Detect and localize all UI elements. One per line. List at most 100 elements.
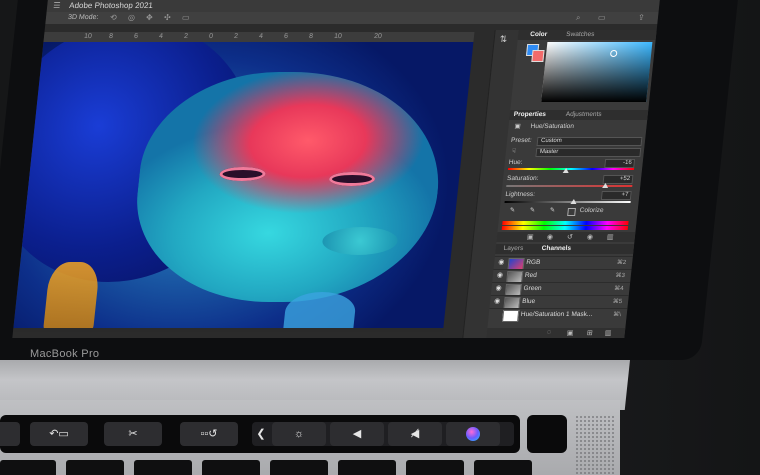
visibility-icon[interactable]: ◉ bbox=[587, 233, 594, 241]
share-icon[interactable]: ⇪ bbox=[637, 12, 646, 24]
clip-icon[interactable]: ▣ bbox=[527, 233, 534, 241]
colorize-row: ✎ ✎ ✎ Colorize bbox=[503, 206, 634, 216]
channel-shortcut: ⌘3 bbox=[615, 273, 626, 279]
ruler-tick: 8 bbox=[108, 33, 114, 40]
document-canvas[interactable] bbox=[12, 42, 474, 332]
touchbar-collapse-button[interactable]: ❮ bbox=[254, 422, 268, 446]
saturation-row: Saturation: +52 bbox=[506, 174, 637, 184]
roll-3d-icon[interactable]: ◎ bbox=[127, 12, 136, 24]
laptop-lid: Adobe Photoshop 2021 ☰ 3D Mode: ⟲ ◎ ✥ ✣ … bbox=[0, 0, 739, 360]
adjustment-title: Hue/Saturation bbox=[530, 123, 575, 130]
scale-3d-icon[interactable]: ▭ bbox=[181, 12, 191, 24]
workspace-icon[interactable]: ▭ bbox=[597, 12, 607, 24]
tab-properties[interactable]: Properties bbox=[513, 110, 546, 120]
tab-swatches[interactable]: Swatches bbox=[566, 30, 595, 40]
keyboard-key[interactable] bbox=[202, 460, 260, 475]
hue-slider[interactable] bbox=[508, 168, 634, 173]
app-title: Adobe Photoshop 2021 bbox=[68, 1, 154, 10]
keyboard-key[interactable] bbox=[474, 460, 532, 475]
keyboard-key[interactable] bbox=[0, 460, 56, 475]
touchbar-scissors-button[interactable]: ✂ bbox=[104, 422, 162, 446]
ruler-tick: 10 bbox=[83, 33, 93, 40]
eyedropper-icon[interactable]: ✎ bbox=[509, 206, 516, 216]
preset-label: Preset: bbox=[510, 137, 533, 144]
eyedropper-minus-icon[interactable]: ✎ bbox=[549, 206, 556, 216]
preset-row: Preset: Custom bbox=[510, 136, 643, 146]
reset-icon[interactable]: ↺ bbox=[567, 233, 574, 241]
visibility-eye-icon[interactable]: ◉ bbox=[498, 257, 505, 269]
siri-icon bbox=[466, 427, 480, 442]
channels-footer-icons: ◌ ▣ ⊞ ▥ bbox=[486, 328, 626, 338]
lightness-slider-thumb[interactable] bbox=[570, 199, 577, 204]
touchbar-siri-button[interactable] bbox=[446, 422, 500, 446]
portrait-photo[interactable] bbox=[13, 42, 474, 328]
picker-ring[interactable] bbox=[609, 50, 618, 57]
eyedropper-plus-icon[interactable]: ✎ bbox=[529, 206, 536, 216]
channel-name: RGB bbox=[525, 259, 541, 266]
touchbar-brightness-button[interactable]: ☼ bbox=[272, 422, 326, 446]
saturation-slider[interactable] bbox=[506, 183, 633, 188]
preset-dropdown[interactable]: Custom bbox=[536, 137, 643, 146]
3d-mode-label: 3D Mode: bbox=[67, 14, 99, 21]
touch-id-sensor[interactable] bbox=[527, 415, 567, 453]
touchbar-rotate-button[interactable]: ↶▭ bbox=[30, 422, 88, 446]
drag-3d-icon[interactable]: ✥ bbox=[145, 12, 154, 24]
saturation-slider-thumb[interactable] bbox=[602, 183, 609, 188]
keyboard-key[interactable] bbox=[66, 460, 124, 475]
slide-3d-icon[interactable]: ✣ bbox=[163, 12, 172, 24]
hue-slider-thumb[interactable] bbox=[562, 168, 570, 173]
channel-dropdown[interactable]: Master bbox=[535, 148, 642, 157]
ruler-tick: 6 bbox=[133, 33, 139, 40]
ruler-tick: 6 bbox=[283, 33, 289, 40]
channel-name: Blue bbox=[521, 298, 536, 305]
save-selection-icon[interactable]: ▣ bbox=[566, 329, 573, 337]
history-icon[interactable]: ⇅ bbox=[499, 34, 508, 45]
device-model-label: MacBook Pro bbox=[30, 348, 100, 360]
rotate-3d-icon[interactable]: ⟲ bbox=[109, 12, 118, 24]
visibility-eye-icon[interactable]: ◉ bbox=[496, 270, 504, 282]
tab-layers[interactable]: Layers bbox=[503, 244, 524, 254]
view-previous-icon[interactable]: ◉ bbox=[547, 233, 554, 241]
colorize-checkbox[interactable] bbox=[567, 208, 576, 216]
keyboard-key[interactable] bbox=[270, 460, 328, 475]
tab-color[interactable]: Color bbox=[530, 30, 548, 40]
properties-footer-icons: ▣ ◉ ↺ ◉ ▥ bbox=[496, 232, 636, 242]
background-swatch[interactable] bbox=[531, 50, 545, 62]
delete-icon[interactable]: ▥ bbox=[607, 233, 614, 241]
tab-adjustments[interactable]: Adjustments bbox=[565, 110, 602, 120]
channel-row-red[interactable]: ◉ Red ⌘3 bbox=[492, 269, 632, 283]
channel-shortcut: ⌘4 bbox=[613, 286, 624, 292]
delete-channel-icon[interactable]: ▥ bbox=[604, 329, 611, 337]
touchbar-mute-button[interactable]: ◀̸ bbox=[388, 422, 442, 446]
touchbar-volume-button[interactable]: ◀ bbox=[330, 422, 384, 446]
lightness-value[interactable]: +7 bbox=[600, 191, 632, 200]
search-icon[interactable]: ⌕ bbox=[575, 12, 581, 24]
channel-name: Green bbox=[523, 285, 542, 292]
visibility-eye-icon[interactable]: ◉ bbox=[495, 283, 502, 295]
load-selection-icon[interactable]: ◌ bbox=[547, 329, 552, 336]
mute-icon: ◀̸ bbox=[410, 428, 420, 440]
hue-strip[interactable] bbox=[651, 42, 660, 102]
hand-tool-icon[interactable]: ☟ bbox=[511, 147, 517, 157]
keyboard-key[interactable] bbox=[134, 460, 192, 475]
touchbar-undo-button[interactable]: ▫▫↺ bbox=[180, 422, 238, 446]
channel-row-mask[interactable]: Hue/Saturation 1 Mask... ⌘\ bbox=[488, 308, 628, 322]
colorize-label: Colorize bbox=[579, 207, 604, 214]
ruler-tick: 20 bbox=[373, 33, 383, 40]
channel-shortcut: ⌘\ bbox=[612, 312, 622, 318]
hue-value[interactable]: -16 bbox=[604, 159, 636, 168]
channel-row-blue[interactable]: ◉ Blue ⌘5 bbox=[489, 295, 629, 309]
new-channel-icon[interactable]: ⊞ bbox=[586, 329, 593, 337]
color-picker-field[interactable] bbox=[541, 42, 653, 102]
tab-channels[interactable]: Channels bbox=[541, 244, 571, 254]
visibility-eye-icon[interactable]: ◉ bbox=[493, 296, 501, 308]
channel-row-rgb[interactable]: ◉ RGB ⌘2 bbox=[493, 256, 633, 270]
hue-label: Hue: bbox=[508, 159, 523, 166]
channel-row-green[interactable]: ◉ Green ⌘4 bbox=[490, 282, 631, 296]
volume-icon: ◀ bbox=[352, 428, 362, 440]
keyboard-key[interactable] bbox=[338, 460, 396, 475]
touchbar-esc-button[interactable] bbox=[0, 422, 20, 446]
menu-icon[interactable]: ☰ bbox=[53, 0, 61, 12]
lightness-slider[interactable] bbox=[504, 199, 631, 204]
keyboard-key[interactable] bbox=[406, 460, 464, 475]
